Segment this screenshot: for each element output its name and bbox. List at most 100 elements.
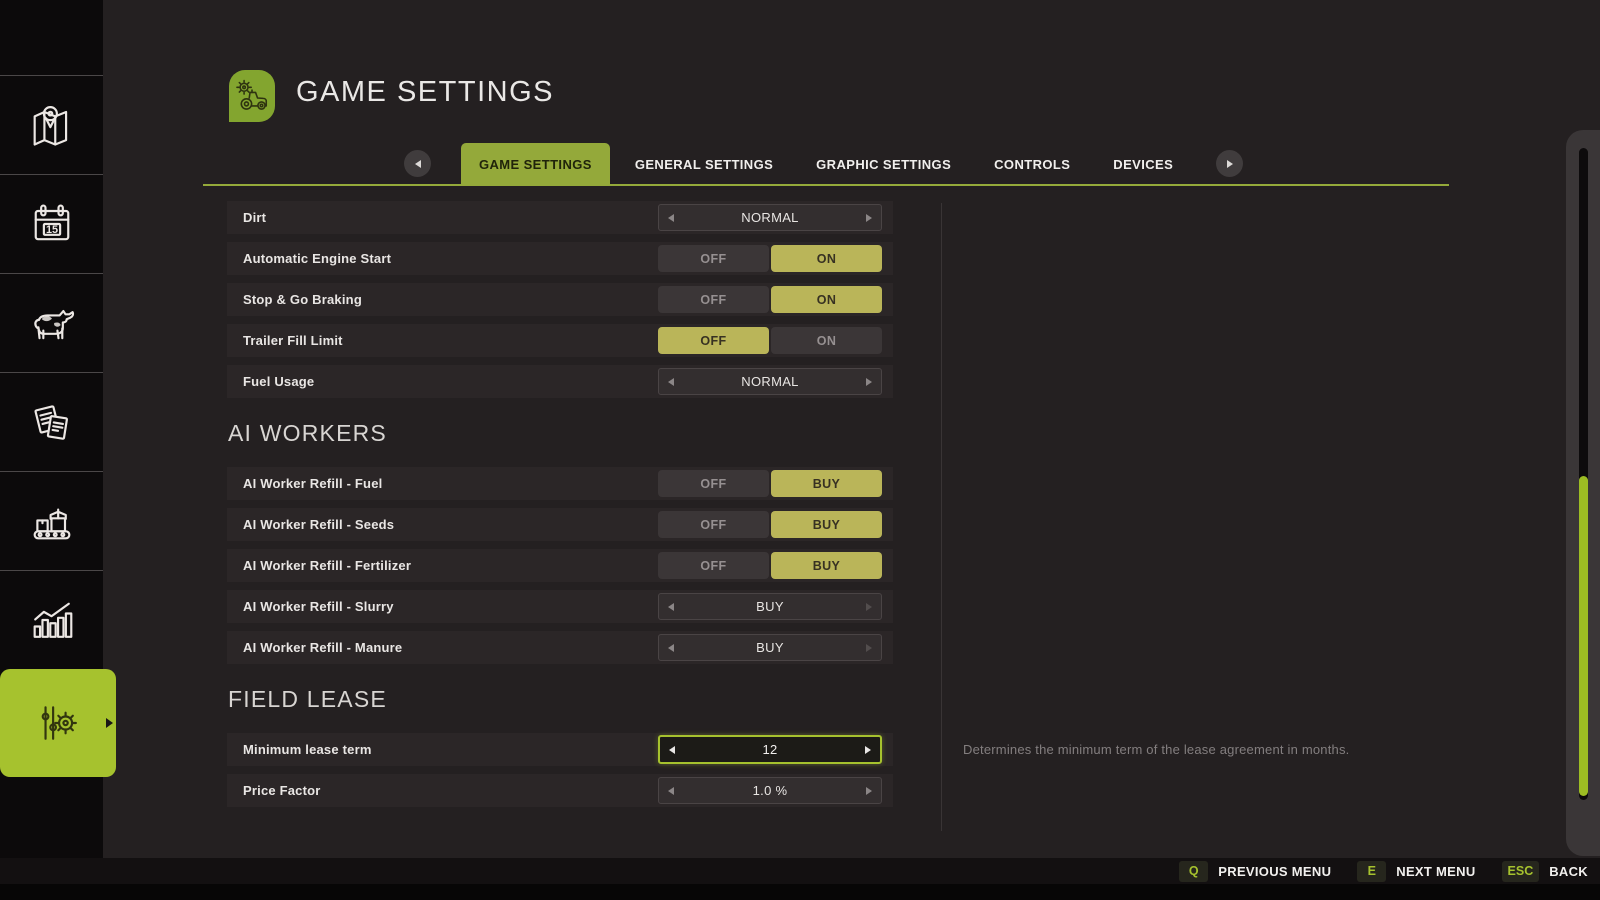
- setting-label: Price Factor: [243, 783, 321, 798]
- production-icon: [26, 495, 78, 547]
- decrease-arrow-icon[interactable]: [668, 602, 674, 611]
- selector-ai-worker-refill-slurry[interactable]: BUY: [658, 593, 882, 620]
- sidebar-item-contracts[interactable]: [0, 372, 103, 471]
- increase-arrow-icon[interactable]: [865, 745, 871, 754]
- shortcut-separator: [1343, 864, 1345, 879]
- arrow-right-icon: [1226, 159, 1233, 168]
- scrollbar-thumb[interactable]: [1579, 476, 1588, 796]
- increase-arrow-icon[interactable]: [866, 213, 872, 222]
- shortcut-back[interactable]: ESC BACK: [1501, 860, 1588, 882]
- toggle-option-buy[interactable]: BUY: [771, 511, 882, 538]
- setting-label: AI Worker Refill - Slurry: [243, 599, 394, 614]
- increase-arrow-icon[interactable]: [866, 786, 872, 795]
- tab-graphic-settings[interactable]: GRAPHIC SETTINGS: [798, 143, 969, 185]
- selector-value: 1.0 %: [752, 783, 788, 798]
- selector-value: BUY: [756, 599, 784, 614]
- selector-dirt[interactable]: NORMAL: [658, 204, 882, 231]
- sidebar-item-settings[interactable]: [0, 669, 116, 777]
- toggle-option-off[interactable]: OFF: [658, 470, 769, 497]
- setting-label: Automatic Engine Start: [243, 251, 392, 266]
- settings-row-ai-worker-refill-fertilizer: AI Worker Refill - Fertilizer OFF BUY: [227, 549, 893, 582]
- sidebar-item-statistics[interactable]: [0, 570, 103, 669]
- content-divider: [941, 203, 942, 831]
- toggle-option-buy[interactable]: BUY: [771, 470, 882, 497]
- contracts-icon: [26, 396, 78, 448]
- tab-general-settings[interactable]: GENERAL SETTINGS: [617, 143, 791, 185]
- settings-row-stop-go-braking: Stop & Go Braking OFF ON: [227, 283, 893, 316]
- settings-row-ai-worker-refill-manure: AI Worker Refill - Manure BUY: [227, 631, 893, 664]
- settings-row-ai-worker-refill-seeds: AI Worker Refill - Seeds OFF BUY: [227, 508, 893, 541]
- section-heading-ai-workers: AI WORKERS: [228, 420, 387, 446]
- sidebar-item-animals[interactable]: [0, 273, 103, 372]
- decrease-arrow-icon[interactable]: [668, 213, 674, 222]
- tab-game-settings[interactable]: GAME SETTINGS: [461, 143, 610, 185]
- increase-arrow-icon[interactable]: [866, 602, 872, 611]
- setting-label: AI Worker Refill - Seeds: [243, 517, 395, 532]
- selector-fuel-usage[interactable]: NORMAL: [658, 368, 882, 395]
- toggle-ai-worker-refill-seeds: OFF BUY: [658, 511, 882, 538]
- tab-devices[interactable]: DEVICES: [1095, 143, 1191, 185]
- scrollbar-track[interactable]: [1579, 148, 1588, 800]
- settings-row-ai-worker-refill-fuel: AI Worker Refill - Fuel OFF BUY: [227, 467, 893, 500]
- tab-label: GAME SETTINGS: [479, 156, 592, 172]
- key-badge-q: Q: [1179, 860, 1209, 882]
- sidebar: 15: [0, 0, 116, 900]
- settings-row-ai-worker-refill-slurry: AI Worker Refill - Slurry BUY: [227, 590, 893, 623]
- decrease-arrow-icon[interactable]: [668, 377, 674, 386]
- setting-label: Stop & Go Braking: [243, 292, 362, 307]
- selector-ai-worker-refill-manure[interactable]: BUY: [658, 634, 882, 661]
- selector-value: BUY: [756, 640, 784, 655]
- selector-value: 12: [762, 742, 778, 757]
- sidebar-items: 15: [0, 75, 116, 777]
- svg-text:15: 15: [45, 224, 57, 236]
- decrease-arrow-icon[interactable]: [668, 643, 674, 652]
- selector-value: NORMAL: [741, 374, 799, 389]
- settings-icon: [32, 697, 84, 749]
- toggle-automatic-engine-start: OFF ON: [658, 245, 882, 272]
- page-title: GAME SETTINGS: [296, 76, 554, 108]
- settings-row-minimum-lease-term: Minimum lease term 12: [227, 733, 893, 766]
- shortcut-previous-menu[interactable]: Q PREVIOUS MENU: [1179, 860, 1331, 882]
- toggle-option-on[interactable]: ON: [771, 327, 882, 354]
- toggle-option-off[interactable]: OFF: [658, 286, 769, 313]
- toggle-option-on[interactable]: ON: [771, 286, 882, 313]
- settings-row-automatic-engine-start: Automatic Engine Start OFF ON: [227, 242, 893, 275]
- toggle-option-on[interactable]: ON: [771, 245, 882, 272]
- setting-label: Minimum lease term: [243, 742, 372, 757]
- tab-label: GENERAL SETTINGS: [634, 156, 774, 172]
- statistics-icon: [26, 594, 78, 646]
- toggle-option-off[interactable]: OFF: [658, 552, 769, 579]
- sidebar-item-calendar[interactable]: 15: [0, 174, 103, 273]
- setting-help-text: Determines the minimum term of the lease…: [963, 742, 1350, 757]
- tabs-scroll-right-button[interactable]: [1216, 150, 1243, 177]
- settings-list: Dirt NORMAL Automatic Engine Start OFF ON Sto…: [227, 192, 893, 815]
- toggle-option-off[interactable]: OFF: [658, 327, 769, 354]
- tab-label: DEVICES: [1113, 156, 1174, 172]
- setting-label: AI Worker Refill - Fertilizer: [243, 558, 412, 573]
- setting-label: AI Worker Refill - Fuel: [243, 476, 383, 491]
- decrease-arrow-icon[interactable]: [668, 786, 674, 795]
- toggle-stop-go-braking: OFF ON: [658, 286, 882, 313]
- toggle-option-off[interactable]: OFF: [658, 245, 769, 272]
- settings-row-fuel-usage: Fuel Usage NORMAL: [227, 365, 893, 398]
- active-item-pointer-icon: [106, 718, 113, 728]
- toggle-option-off[interactable]: OFF: [658, 511, 769, 538]
- increase-arrow-icon[interactable]: [866, 377, 872, 386]
- selector-price-factor[interactable]: 1.0 %: [658, 777, 882, 804]
- footer-spacer: [0, 884, 1600, 900]
- settings-row-price-factor: Price Factor 1.0 %: [227, 774, 893, 807]
- toggle-trailer-fill-limit: OFF ON: [658, 327, 882, 354]
- sidebar-item-production[interactable]: [0, 471, 103, 570]
- decrease-arrow-icon[interactable]: [669, 745, 675, 754]
- tabs-scroll-left-button[interactable]: [404, 150, 431, 177]
- tab-controls[interactable]: CONTROLS: [976, 143, 1088, 185]
- increase-arrow-icon[interactable]: [866, 643, 872, 652]
- arrow-left-icon: [414, 159, 421, 168]
- selector-minimum-lease-term[interactable]: 12: [658, 735, 882, 764]
- toggle-option-buy[interactable]: BUY: [771, 552, 882, 579]
- shortcut-next-menu[interactable]: E NEXT MENU: [1357, 860, 1475, 882]
- calendar-icon: 15: [26, 198, 78, 250]
- sidebar-item-map[interactable]: [0, 75, 103, 174]
- key-badge-esc: ESC: [1501, 860, 1540, 882]
- tab-bar: GAME SETTINGS GENERAL SETTINGS GRAPHIC SET…: [461, 143, 1191, 185]
